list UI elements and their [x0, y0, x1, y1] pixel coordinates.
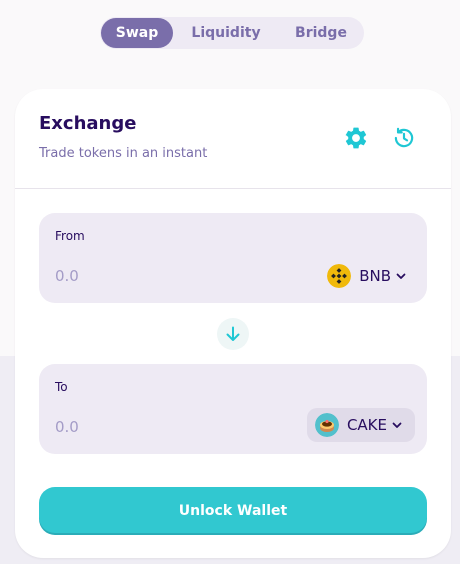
chevron-down-icon — [396, 273, 406, 279]
page-subtitle: Trade tokens in an instant — [39, 146, 208, 161]
to-label: To — [55, 380, 68, 394]
to-panel: To 0.0 CAKE — [39, 364, 427, 454]
cake-coin-icon — [314, 413, 339, 437]
chevron-down-icon — [392, 422, 402, 428]
unlock-wallet-button[interactable]: Unlock Wallet — [39, 487, 427, 535]
to-token-symbol: CAKE — [346, 416, 387, 434]
from-amount-input[interactable]: 0.0 — [55, 267, 79, 285]
arrow-down-icon — [226, 326, 240, 341]
history-icon — [394, 127, 414, 148]
tab-swap[interactable]: Swap — [101, 18, 173, 48]
history-button[interactable] — [391, 125, 417, 151]
exchange-card: Exchange Trade tokens in an instant From… — [15, 89, 451, 558]
bnb-coin-icon — [327, 264, 352, 288]
tab-liquidity[interactable]: Liquidity — [173, 18, 279, 48]
from-token-symbol: BNB — [359, 267, 391, 285]
to-token-selector[interactable]: CAKE — [306, 408, 415, 442]
from-token-selector[interactable]: BNB — [327, 263, 407, 289]
gear-icon — [345, 127, 367, 149]
card-header: Exchange Trade tokens in an instant — [15, 89, 451, 189]
settings-button[interactable] — [343, 125, 369, 151]
from-label: From — [55, 229, 85, 243]
to-amount-input[interactable]: 0.0 — [55, 418, 79, 436]
from-panel: From 0.0 BNB — [39, 213, 427, 303]
tab-bridge[interactable]: Bridge — [279, 18, 363, 48]
switch-tokens-button[interactable] — [217, 318, 249, 350]
page-title: Exchange — [39, 113, 137, 134]
nav-tabs: Swap Liquidity Bridge — [100, 17, 364, 49]
